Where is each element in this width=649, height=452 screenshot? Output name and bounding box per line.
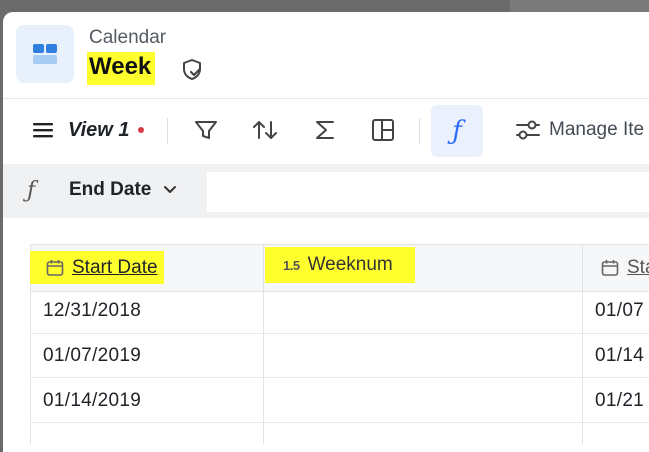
table-cell[interactable]: 01/14/2019 bbox=[43, 390, 141, 412]
formula-icon[interactable]: ƒ bbox=[431, 105, 483, 157]
table-app-icon bbox=[16, 25, 74, 83]
sort-icon[interactable] bbox=[250, 100, 280, 160]
filter-icon[interactable] bbox=[191, 100, 221, 160]
formula-bar: ƒ End Date bbox=[3, 164, 649, 218]
manage-items-button[interactable]: Manage Ite bbox=[515, 100, 644, 160]
number-type-icon: 1.5 bbox=[283, 257, 300, 273]
background-window bbox=[510, 0, 649, 12]
manage-items-label: Manage Ite bbox=[549, 119, 645, 140]
table-cell[interactable]: 01/07/2019 bbox=[43, 345, 141, 367]
toolbar-separator bbox=[419, 118, 420, 144]
column-label: Sta bbox=[627, 256, 649, 278]
column-label: Weeknum bbox=[307, 254, 393, 275]
sliders-icon bbox=[516, 120, 540, 140]
row-divider bbox=[30, 422, 649, 423]
layout-icon[interactable] bbox=[368, 100, 398, 160]
calendar-icon bbox=[601, 259, 619, 276]
chevron-down-icon bbox=[164, 186, 177, 193]
menu-icon[interactable] bbox=[29, 100, 57, 160]
formula-field-select[interactable]: End Date bbox=[69, 179, 177, 201]
summary-icon[interactable] bbox=[310, 100, 340, 160]
table-cell[interactable]: 12/31/2018 bbox=[43, 300, 141, 322]
table-cell[interactable]: 01/14 bbox=[595, 345, 644, 367]
view-selector[interactable]: View 1 bbox=[68, 100, 144, 160]
row-divider bbox=[30, 333, 649, 334]
calendar-icon bbox=[46, 259, 64, 276]
breadcrumb[interactable]: Calendar bbox=[89, 27, 166, 49]
calendar-panel: Calendar Week View 1 ƒ Manage Ite ƒ End … bbox=[3, 12, 649, 452]
grid-line bbox=[582, 244, 583, 444]
toolbar-separator bbox=[167, 118, 168, 144]
column-header-start[interactable]: Sta bbox=[601, 251, 649, 284]
row-divider bbox=[30, 377, 649, 378]
toolbar: View 1 ƒ Manage Ite bbox=[3, 100, 649, 160]
formula-field-name: End Date bbox=[69, 179, 152, 200]
header-divider bbox=[3, 98, 649, 99]
column-header-start-date[interactable]: Start Date bbox=[30, 251, 164, 284]
view-title[interactable]: Week bbox=[87, 52, 156, 85]
column-header-weeknum[interactable]: 1.5 Weeknum bbox=[265, 247, 415, 283]
formula-input[interactable] bbox=[207, 172, 649, 212]
grid-line bbox=[263, 244, 264, 444]
view-name: View 1 bbox=[68, 118, 130, 141]
column-label: Start Date bbox=[72, 256, 158, 278]
unsaved-dot bbox=[137, 127, 144, 133]
formula-bar-fx-icon: ƒ bbox=[27, 178, 36, 203]
table-cell[interactable]: 01/07 bbox=[595, 300, 644, 322]
table-cell[interactable]: 01/21 bbox=[595, 390, 644, 412]
shield-check-icon[interactable] bbox=[179, 57, 205, 83]
